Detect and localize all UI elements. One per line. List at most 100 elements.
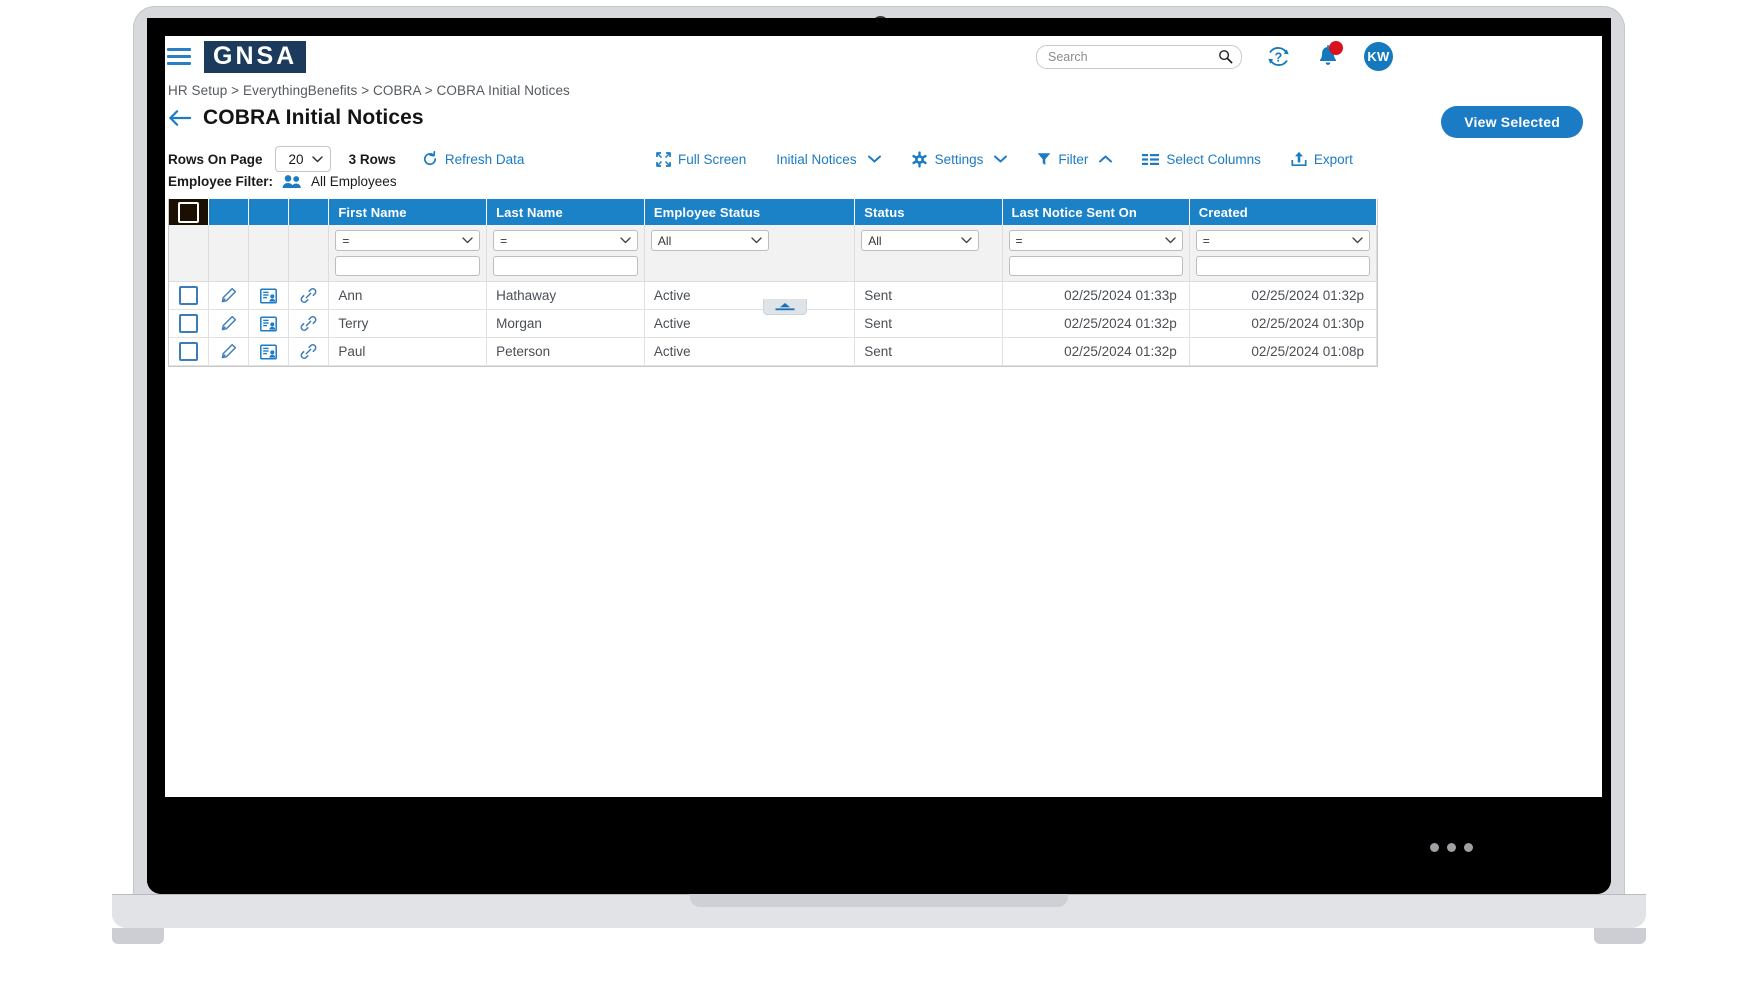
- filter-input-first-name[interactable]: [335, 256, 480, 276]
- settings-dropdown[interactable]: Settings: [911, 151, 1008, 168]
- filter-input-created[interactable]: [1196, 256, 1370, 276]
- user-avatar[interactable]: KW: [1364, 42, 1393, 71]
- row-select-cell[interactable]: [169, 310, 209, 338]
- link-icon[interactable]: [300, 287, 317, 304]
- filter-select-employee-status[interactable]: All: [651, 230, 769, 251]
- employee-card-icon[interactable]: [260, 316, 277, 332]
- filter-operator-value: =: [342, 236, 349, 246]
- pencil-icon[interactable]: [220, 315, 237, 332]
- base-indicator-dots: [1430, 843, 1473, 852]
- data-grid: First Name Last Name Employee Status Sta…: [168, 199, 1378, 367]
- view-dropdown[interactable]: Initial Notices: [776, 152, 880, 167]
- filter-operator-created[interactable]: =: [1196, 230, 1370, 251]
- arrow-left-icon[interactable]: [168, 107, 193, 129]
- pencil-icon[interactable]: [220, 343, 237, 360]
- export-button[interactable]: Export: [1291, 151, 1353, 167]
- search-input[interactable]: [1037, 47, 1208, 67]
- cell-last-notice-sent-on: 02/25/2024 01:32p: [1002, 310, 1189, 338]
- filter-input-last-name[interactable]: [493, 256, 638, 276]
- filter-input-last-notice-sent-on[interactable]: [1009, 256, 1183, 276]
- cell-last-notice-sent-on: 02/25/2024 01:33p: [1002, 282, 1189, 310]
- select-all-header[interactable]: [169, 199, 209, 225]
- search-box[interactable]: [1036, 45, 1242, 69]
- row-details-cell[interactable]: [249, 282, 289, 310]
- filter-cell-last-name: =: [487, 225, 645, 282]
- cell-employee-status: Active: [644, 282, 854, 310]
- filter-cell-employee-status: All: [644, 225, 854, 282]
- breadcrumb[interactable]: HR Setup > EverythingBenefits > COBRA > …: [168, 83, 570, 98]
- row-link-cell[interactable]: [289, 338, 329, 366]
- column-header-employee-status[interactable]: Employee Status: [644, 199, 854, 225]
- page-title: COBRA Initial Notices: [203, 106, 424, 130]
- row-details-cell[interactable]: [249, 310, 289, 338]
- search-icon[interactable]: [1218, 49, 1233, 64]
- row-select-cell[interactable]: [169, 338, 209, 366]
- collapse-filter-row-handle[interactable]: [763, 299, 807, 315]
- row-edit-cell[interactable]: [209, 310, 249, 338]
- filter-cell-last-notice-sent-on: =: [1002, 225, 1189, 282]
- row-link-cell[interactable]: [289, 310, 329, 338]
- help-circle-icon[interactable]: ?: [1266, 44, 1291, 69]
- column-header-last-name[interactable]: Last Name: [487, 199, 645, 225]
- rows-on-page-value: 20: [289, 152, 304, 167]
- row-select-cell[interactable]: [169, 282, 209, 310]
- svg-text:?: ?: [1275, 50, 1283, 64]
- cell-created: 02/25/2024 01:32p: [1189, 282, 1376, 310]
- employee-card-icon[interactable]: [260, 344, 277, 360]
- row-edit-cell[interactable]: [209, 282, 249, 310]
- row-edit-cell[interactable]: [209, 338, 249, 366]
- filter-operator-last-name[interactable]: =: [493, 230, 638, 251]
- employee-card-icon[interactable]: [260, 288, 277, 304]
- column-header-status[interactable]: Status: [855, 199, 1002, 225]
- employee-filter-value[interactable]: All Employees: [311, 174, 397, 189]
- filter-operator-value: =: [500, 236, 507, 246]
- select-all-checkbox[interactable]: [178, 202, 199, 223]
- cell-last-name: Peterson: [487, 338, 645, 366]
- notifications-bell[interactable]: [1314, 43, 1342, 70]
- chevron-down-icon: [868, 155, 881, 163]
- row-checkbox[interactable]: [179, 286, 198, 305]
- rows-on-page-select[interactable]: 20: [275, 146, 331, 172]
- cell-last-name: Hathaway: [487, 282, 645, 310]
- refresh-data-label: Refresh Data: [445, 152, 525, 167]
- row-link-cell[interactable]: [289, 282, 329, 310]
- filter-cell-link: [289, 225, 329, 282]
- chevron-down-icon: [994, 155, 1007, 163]
- pencil-icon[interactable]: [220, 287, 237, 304]
- column-header-last-notice-sent-on[interactable]: Last Notice Sent On: [1002, 199, 1189, 225]
- refresh-data-button[interactable]: Refresh Data: [422, 151, 525, 167]
- filter-operator-first-name[interactable]: =: [335, 230, 480, 251]
- filter-toggle[interactable]: Filter: [1037, 152, 1112, 167]
- settings-label: Settings: [935, 152, 984, 167]
- filter-operator-last-notice-sent-on[interactable]: =: [1009, 230, 1183, 251]
- select-columns-button[interactable]: Select Columns: [1142, 152, 1261, 167]
- hamburger-menu-icon[interactable]: [167, 45, 193, 67]
- link-icon[interactable]: [300, 315, 317, 332]
- grid-header-row: First Name Last Name Employee Status Sta…: [169, 199, 1377, 225]
- link-column-header: [289, 199, 329, 225]
- top-navigation-bar: GNSA ?: [156, 36, 1602, 79]
- filter-cell-created: =: [1189, 225, 1376, 282]
- application-window: GNSA ?: [156, 36, 1602, 797]
- column-header-first-name[interactable]: First Name: [329, 199, 487, 225]
- column-header-created[interactable]: Created: [1189, 199, 1376, 225]
- full-screen-button[interactable]: Full Screen: [656, 152, 746, 167]
- cell-employee-status: Active: [644, 310, 854, 338]
- view-selected-button[interactable]: View Selected: [1441, 106, 1583, 138]
- link-icon[interactable]: [300, 343, 317, 360]
- laptop-trackpad-notch: [690, 894, 1068, 907]
- row-details-cell[interactable]: [249, 338, 289, 366]
- bezel-top-right: [607, 18, 1611, 36]
- details-column-header: [249, 199, 289, 225]
- chevron-down-icon: [462, 237, 473, 244]
- filter-cell-details: [249, 225, 289, 282]
- notification-badge: [1329, 41, 1343, 55]
- table-row[interactable]: Paul Peterson Active Sent 02/25/2024 01:…: [169, 338, 1377, 366]
- cell-created: 02/25/2024 01:30p: [1189, 310, 1376, 338]
- employee-filter-label: Employee Filter:: [168, 174, 273, 189]
- row-checkbox[interactable]: [179, 342, 198, 361]
- filter-cell-status: All: [855, 225, 1002, 282]
- row-checkbox[interactable]: [179, 314, 198, 333]
- filter-select-status[interactable]: All: [861, 230, 979, 251]
- screen-left-edge: [156, 36, 165, 797]
